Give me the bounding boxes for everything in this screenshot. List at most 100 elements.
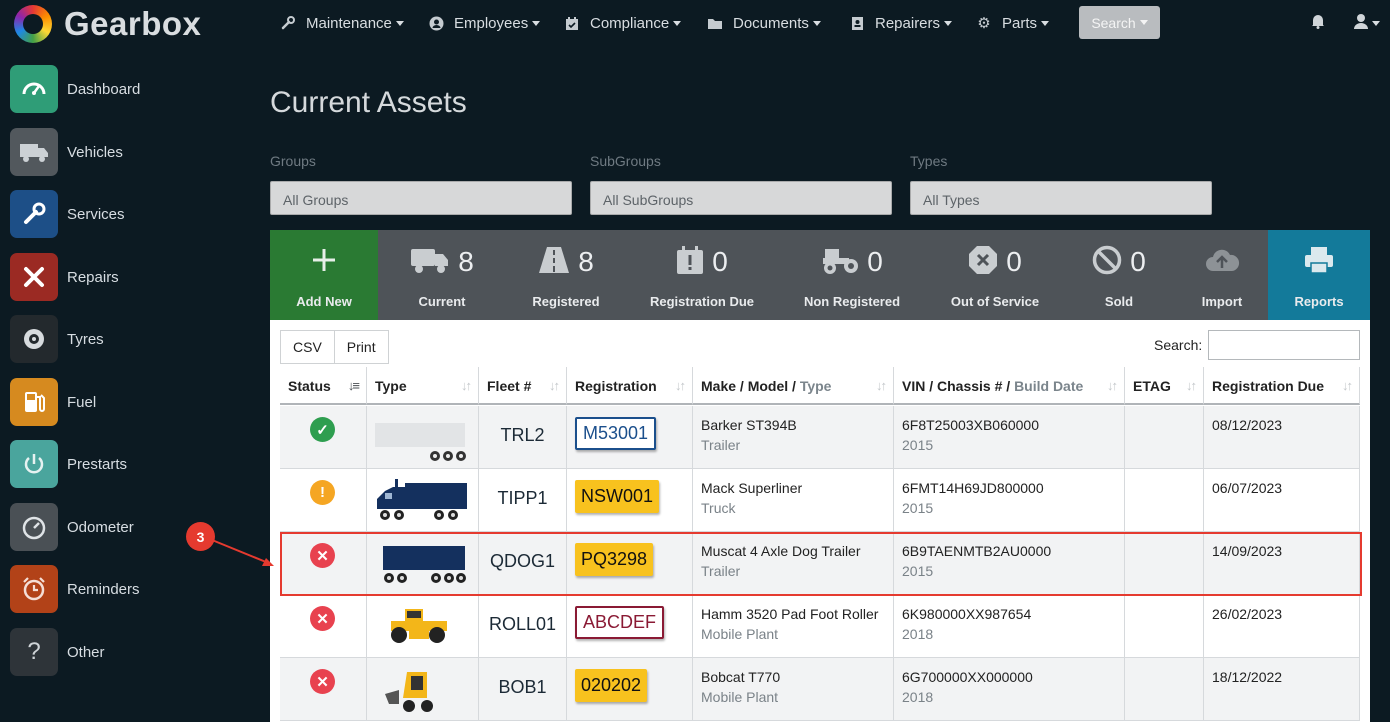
header-label: Make / Model /: [701, 378, 796, 394]
table-row[interactable]: ✓ TRL2 M53001 Barker ST394B Trailer 6F8T2…: [280, 406, 1360, 469]
current-count: 8: [458, 246, 474, 277]
asset-type: Trailer: [701, 437, 741, 453]
print-button[interactable]: Print: [334, 330, 389, 364]
nav-compliance[interactable]: Compliance: [564, 12, 682, 34]
check-circle-icon: ✓: [310, 417, 335, 442]
col-header-make-model[interactable]: Make / Model / Type ↓↑: [693, 367, 894, 405]
nav-repairers[interactable]: Repairers: [849, 12, 953, 34]
stat-out-of-service[interactable]: 0 Out of Service: [950, 230, 1040, 320]
non-registered-count: 0: [867, 246, 883, 277]
nav-parts[interactable]: ⚙ Parts: [976, 12, 1050, 34]
sidebar-item-other[interactable]: ? Other: [10, 627, 230, 677]
registration-cell: ABCDEF: [567, 595, 693, 658]
make-model: Barker ST394B: [701, 417, 797, 433]
fleet-cell: TIPP1: [479, 469, 567, 532]
nav-documents[interactable]: Documents: [707, 12, 821, 34]
vin: 6K980000XX987654: [902, 606, 1032, 622]
stat-non-registered[interactable]: 0 Non Registered: [800, 230, 904, 320]
address-book-icon: [849, 15, 865, 31]
calendar-check-icon: [564, 15, 580, 31]
etag-cell: [1125, 406, 1204, 469]
vin: 6G700000XX000000: [902, 669, 1033, 685]
printer-icon: [1303, 245, 1335, 280]
col-header-type[interactable]: Type ↓↑: [367, 367, 479, 405]
nav-employees[interactable]: Employees: [428, 12, 541, 34]
bell-icon[interactable]: [1311, 13, 1325, 34]
header-label: VIN / Chassis # /: [902, 378, 1011, 394]
table-row[interactable]: ✕ BOB1 020202 Bobcat T770 Mobile Plant 6G…: [280, 658, 1360, 721]
etag-cell: [1125, 595, 1204, 658]
stat-current[interactable]: 8 Current: [400, 230, 484, 320]
header-label: Type: [375, 378, 407, 394]
sold-count: 0: [1130, 246, 1146, 277]
search-button-label: Search: [1091, 14, 1136, 31]
table-row[interactable]: ✕ ROLL01 ABCDEF Hamm 3520 Pad Foot Rolle…: [280, 595, 1360, 658]
vin-cell: 6F8T25003XB060000 2015: [894, 406, 1125, 469]
chevron-down-icon: [673, 20, 682, 26]
stat-registered[interactable]: 8 Registered: [524, 230, 608, 320]
groups-select[interactable]: All Groups: [270, 181, 572, 215]
current-label: Current: [418, 294, 466, 309]
add-new-label: Add New: [296, 294, 352, 309]
registered-count: 8: [578, 246, 594, 277]
octagon-x-icon: [968, 245, 998, 280]
truck-icon: [410, 246, 450, 279]
make-model-cell: Bobcat T770 Mobile Plant: [693, 658, 894, 721]
asset-type: Truck: [701, 500, 736, 516]
sold-label: Sold: [1104, 294, 1134, 309]
type-cell: [367, 658, 479, 721]
stat-registration-due[interactable]: 0 Registration Due: [648, 230, 756, 320]
header-sublabel: Build Date: [1014, 378, 1084, 394]
chevron-down-icon: [395, 20, 404, 26]
chevron-down-icon: [1372, 21, 1380, 26]
import-label: Import: [1201, 294, 1243, 309]
annotation-arrow-icon: [211, 539, 274, 566]
table-search-input[interactable]: [1208, 330, 1360, 360]
plus-icon: [311, 247, 337, 278]
registration-due-label: Registration Due: [649, 294, 754, 309]
col-header-etag[interactable]: ETAG ↓↑: [1125, 367, 1204, 405]
search-dropdown-button[interactable]: Search: [1079, 6, 1160, 39]
gear-icon: ⚙: [977, 15, 991, 32]
registration-due: 08/12/2023: [1212, 417, 1283, 433]
make-model: Hamm 3520 Pad Foot Roller: [701, 606, 879, 622]
registration-due: 18/12/2022: [1212, 669, 1283, 685]
type-cell: [367, 469, 479, 532]
col-header-registration[interactable]: Registration ↓↑: [567, 367, 693, 405]
skid-steer-image-icon: [383, 668, 439, 719]
cloud-upload-icon: [1204, 247, 1240, 278]
fleet-number: ROLL01: [488, 614, 557, 634]
stat-sold[interactable]: 0 Sold: [1088, 230, 1150, 320]
types-select[interactable]: All Types: [910, 181, 1212, 215]
make-model-cell: Mack Superliner Truck: [693, 469, 894, 532]
col-header-vin[interactable]: VIN / Chassis # / Build Date ↓↑: [894, 367, 1125, 405]
calendar-alert-icon: [676, 245, 704, 280]
registration-cell: NSW001: [567, 469, 693, 532]
table-row[interactable]: ! TIPP1 NSW001 Mack Superliner Truck 6FMT…: [280, 469, 1360, 532]
registration-cell: M53001: [567, 406, 693, 469]
registration-due-cell: 26/02/2023: [1204, 595, 1360, 658]
header-sublabel: Type: [799, 378, 832, 394]
col-header-registration-due[interactable]: Registration Due ↓↑: [1204, 367, 1360, 405]
question-icon: ?: [10, 628, 58, 676]
ban-icon: [1092, 245, 1122, 280]
road-icon: [538, 246, 570, 279]
make-model: Bobcat T770: [701, 669, 781, 685]
sort-icon: ↓↑: [1186, 378, 1197, 393]
registration-plate: ABCDEF: [575, 606, 665, 639]
fleet-cell: BOB1: [479, 658, 567, 721]
user-menu[interactable]: [1354, 13, 1380, 34]
stat-import[interactable]: Import: [1192, 230, 1252, 320]
registration-due-cell: 18/12/2022: [1204, 658, 1360, 721]
reports-button[interactable]: Reports: [1268, 230, 1370, 320]
subgroups-label: SubGroups: [590, 153, 661, 169]
type-cell: [367, 406, 479, 469]
make-model-cell: Hamm 3520 Pad Foot Roller Mobile Plant: [693, 595, 894, 658]
truck-image-icon: [375, 477, 469, 530]
fleet-cell: TRL2: [479, 406, 567, 469]
col-header-fleet[interactable]: Fleet # ↓↑: [479, 367, 567, 405]
vin: 6F8T25003XB060000: [902, 417, 1039, 433]
nav-label: Parts: [1002, 14, 1038, 32]
subgroups-select[interactable]: All SubGroups: [590, 181, 892, 215]
sort-asc-icon: ↓≡: [347, 378, 360, 393]
